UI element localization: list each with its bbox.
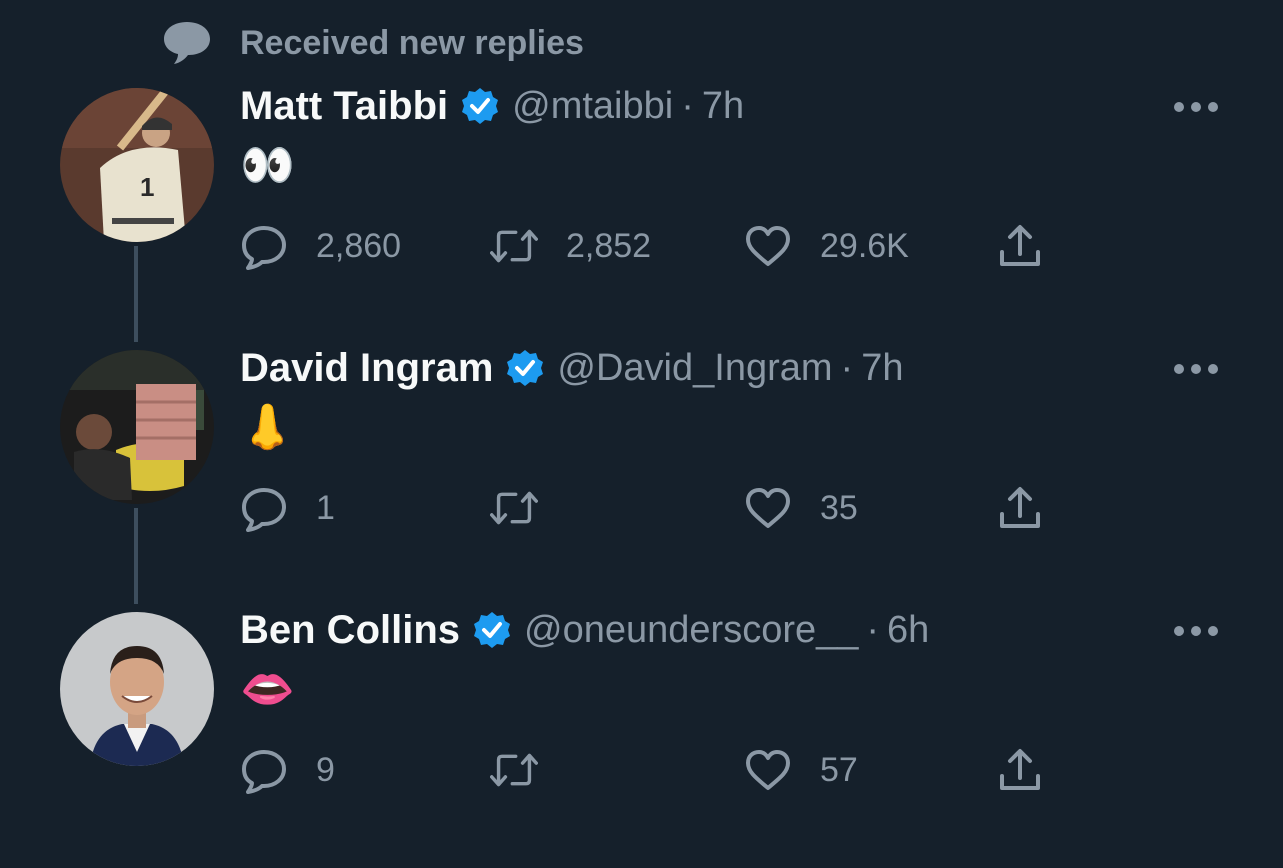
- author-name[interactable]: Matt Taibbi: [240, 84, 448, 129]
- heart-icon: [746, 226, 790, 266]
- reply-count: 2,860: [316, 226, 402, 265]
- more-icon: [1174, 364, 1218, 374]
- author-handle[interactable]: @oneunderscore__: [524, 609, 858, 652]
- timestamp[interactable]: 7h: [702, 85, 744, 128]
- more-options-button[interactable]: [1170, 92, 1222, 122]
- tweet-actions: 9 57: [240, 744, 1060, 796]
- reply-icon: [242, 226, 286, 270]
- tweet-text: 👄: [240, 665, 295, 714]
- separator-dot: ·: [681, 84, 694, 127]
- avatar[interactable]: [60, 612, 214, 766]
- tweet-header: David Ingram @David_Ingram · 7h: [240, 344, 903, 392]
- tweet[interactable]: 1 Matt Taibbi @mtaibbi · 7h 👀 2,860 2,85…: [0, 82, 1283, 344]
- share-icon: [1000, 749, 1040, 790]
- like-count: 29.6K: [820, 226, 909, 265]
- retweet-count: 2,852: [566, 226, 652, 265]
- share-button[interactable]: [996, 482, 1044, 534]
- timestamp[interactable]: 7h: [861, 347, 903, 390]
- reply-icon: [242, 488, 286, 532]
- author-name[interactable]: Ben Collins: [240, 608, 460, 653]
- more-icon: [1174, 102, 1218, 112]
- new-replies-banner[interactable]: Received new replies: [162, 18, 584, 68]
- tweet-header: Ben Collins @oneunderscore__ · 6h: [240, 606, 929, 654]
- more-options-button[interactable]: [1170, 354, 1222, 384]
- reply-count: 1: [316, 488, 335, 527]
- tweet-text: 👀: [240, 141, 295, 190]
- more-icon: [1174, 626, 1218, 636]
- reply-button[interactable]: 1: [240, 482, 335, 534]
- retweet-button[interactable]: [490, 744, 566, 796]
- tweet-actions: 1 35: [240, 482, 1060, 534]
- avatar[interactable]: 1: [60, 88, 214, 242]
- like-count: 35: [820, 488, 858, 527]
- tweet[interactable]: Ben Collins @oneunderscore__ · 6h 👄 9 57: [0, 606, 1283, 868]
- retweet-button[interactable]: 2,852: [490, 220, 651, 272]
- verified-badge-icon: [474, 612, 511, 648]
- heart-icon: [746, 750, 790, 790]
- share-button[interactable]: [996, 744, 1044, 796]
- like-button[interactable]: 35: [744, 482, 858, 534]
- share-icon: [1000, 225, 1040, 266]
- retweet-icon: [490, 229, 538, 263]
- tweet[interactable]: David Ingram @David_Ingram · 7h 👃 1 35: [0, 344, 1283, 606]
- tweet-header: Matt Taibbi @mtaibbi · 7h: [240, 82, 744, 130]
- author-handle[interactable]: @mtaibbi: [512, 85, 673, 128]
- like-count: 57: [820, 750, 858, 789]
- tweet-text: 👃: [240, 403, 295, 452]
- separator-dot: ·: [840, 346, 854, 389]
- new-replies-text: Received new replies: [240, 23, 584, 62]
- reply-button[interactable]: 9: [240, 744, 335, 796]
- retweet-icon: [490, 753, 538, 787]
- retweet-button[interactable]: [490, 482, 566, 534]
- author-name[interactable]: David Ingram: [240, 346, 493, 391]
- avatar[interactable]: [60, 350, 214, 504]
- svg-text:1: 1: [140, 172, 154, 202]
- tweet-actions: 2,860 2,852 29.6K: [240, 220, 1060, 272]
- reply-button[interactable]: 2,860: [240, 220, 401, 272]
- author-handle[interactable]: @David_Ingram: [557, 347, 832, 390]
- reply-count: 9: [316, 750, 335, 789]
- verified-badge-icon: [507, 350, 544, 386]
- share-icon: [1000, 487, 1040, 528]
- separator-dot: ·: [866, 608, 880, 651]
- timestamp[interactable]: 6h: [887, 609, 929, 652]
- share-button[interactable]: [996, 220, 1044, 272]
- speech-bubble-icon: [164, 22, 210, 64]
- verified-badge-icon: [462, 88, 499, 124]
- heart-icon: [746, 488, 790, 528]
- reply-icon: [242, 750, 286, 794]
- retweet-icon: [490, 491, 538, 525]
- more-options-button[interactable]: [1170, 616, 1222, 646]
- like-button[interactable]: 57: [744, 744, 858, 796]
- like-button[interactable]: 29.6K: [744, 220, 909, 272]
